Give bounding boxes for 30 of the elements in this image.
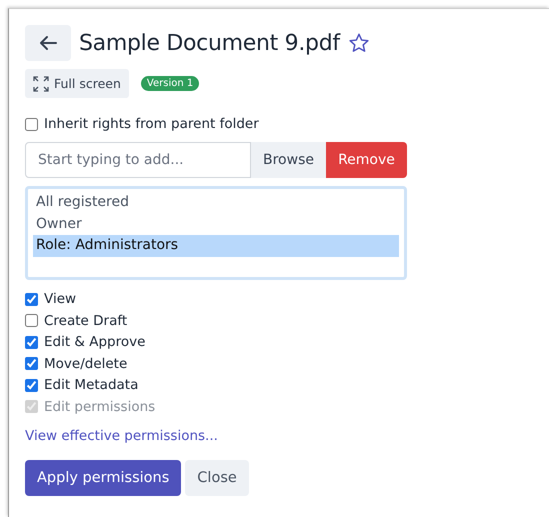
checkbox-label: Edit permissions: [44, 398, 156, 414]
list-option[interactable]: All registered: [33, 192, 399, 214]
add-field[interactable]: Start typing to add...: [25, 142, 251, 178]
version-badge: Version 1: [140, 76, 200, 91]
document-title: Sample Document 9.pdf: [79, 30, 340, 56]
list-option[interactable]: Role: Administrators: [33, 235, 399, 256]
permission-checkbox[interactable]: [25, 336, 38, 348]
checkbox-label: Inherit rights from parent folder: [44, 116, 259, 132]
permission-checkbox[interactable]: [25, 357, 38, 370]
full-screen-button[interactable]: Full screen: [25, 69, 129, 98]
permission-checkbox[interactable]: [25, 292, 38, 306]
close-button[interactable]: Close: [185, 460, 249, 496]
star-icon[interactable]: [348, 32, 370, 54]
permission-checkbox[interactable]: [25, 314, 38, 327]
back-button[interactable]: [25, 25, 71, 61]
apply-permissions-button[interactable]: Apply permissions: [25, 460, 182, 496]
expand-icon: [33, 76, 49, 92]
principal-listbox[interactable]: All registered Owner Role: Administrators: [25, 186, 407, 280]
permission-checkbox[interactable]: [25, 378, 38, 392]
checkbox-label: Edit & Approve: [44, 334, 146, 350]
list-option[interactable]: Owner: [33, 214, 399, 235]
remove-button[interactable]: Remove: [326, 142, 407, 178]
checkbox-label: Move/delete: [44, 356, 128, 372]
back-arrow-icon: [39, 35, 57, 51]
checkbox-label: Create Draft: [44, 312, 128, 328]
checkbox-label: View: [44, 291, 76, 307]
inherit-checkbox[interactable]: [25, 118, 38, 130]
checkbox-label: Edit Metadata: [44, 377, 138, 393]
browse-button[interactable]: Browse: [251, 142, 326, 178]
effective-permissions-link[interactable]: View effective permissions...: [25, 428, 218, 444]
